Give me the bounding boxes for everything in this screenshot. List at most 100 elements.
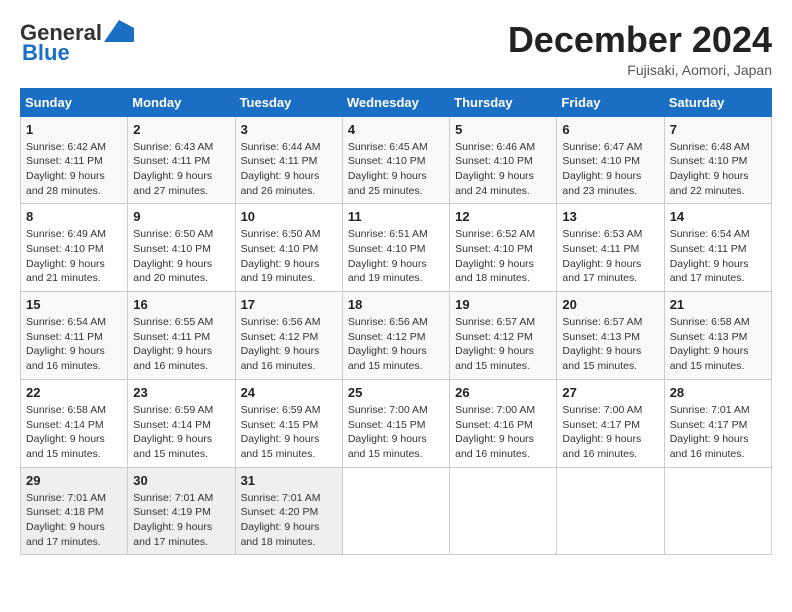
calendar-week-row: 1 Sunrise: 6:42 AMSunset: 4:11 PMDaylight… <box>21 116 772 204</box>
day-number: 28 <box>670 385 766 400</box>
calendar-cell: 31 Sunrise: 7:01 AMSunset: 4:20 PMDayligh… <box>235 467 342 555</box>
day-number: 30 <box>133 473 229 488</box>
day-number: 21 <box>670 297 766 312</box>
day-info: Sunrise: 6:48 AMSunset: 4:10 PMDaylight:… <box>670 140 766 199</box>
calendar-cell <box>664 467 771 555</box>
day-number: 24 <box>241 385 337 400</box>
calendar-cell: 13 Sunrise: 6:53 AMSunset: 4:11 PMDayligh… <box>557 204 664 292</box>
day-number: 16 <box>133 297 229 312</box>
day-number: 27 <box>562 385 658 400</box>
day-number: 22 <box>26 385 122 400</box>
day-info: Sunrise: 6:55 AMSunset: 4:11 PMDaylight:… <box>133 315 229 374</box>
calendar-cell: 29 Sunrise: 7:01 AMSunset: 4:18 PMDayligh… <box>21 467 128 555</box>
day-info: Sunrise: 6:50 AMSunset: 4:10 PMDaylight:… <box>133 227 229 286</box>
day-number: 17 <box>241 297 337 312</box>
day-number: 20 <box>562 297 658 312</box>
day-header-monday: Monday <box>128 88 235 116</box>
day-info: Sunrise: 6:53 AMSunset: 4:11 PMDaylight:… <box>562 227 658 286</box>
day-number: 29 <box>26 473 122 488</box>
day-number: 10 <box>241 209 337 224</box>
day-info: Sunrise: 6:49 AMSunset: 4:10 PMDaylight:… <box>26 227 122 286</box>
day-info: Sunrise: 6:44 AMSunset: 4:11 PMDaylight:… <box>241 140 337 199</box>
calendar-week-row: 22 Sunrise: 6:58 AMSunset: 4:14 PMDayligh… <box>21 379 772 467</box>
day-info: Sunrise: 6:42 AMSunset: 4:11 PMDaylight:… <box>26 140 122 199</box>
day-info: Sunrise: 6:56 AMSunset: 4:12 PMDaylight:… <box>241 315 337 374</box>
day-header-saturday: Saturday <box>664 88 771 116</box>
calendar-cell: 15Sunrise: 6:54 AMSunset: 4:11 PMDayligh… <box>21 292 128 380</box>
day-number: 19 <box>455 297 551 312</box>
calendar-cell: 30 Sunrise: 7:01 AMSunset: 4:19 PMDayligh… <box>128 467 235 555</box>
calendar-cell: 20 Sunrise: 6:57 AMSunset: 4:13 PMDayligh… <box>557 292 664 380</box>
page-header: General Blue December 2024 Fujisaki, Aom… <box>20 20 772 78</box>
day-number: 11 <box>348 209 444 224</box>
day-number: 14 <box>670 209 766 224</box>
calendar-cell: 7Sunrise: 6:48 AMSunset: 4:10 PMDaylight… <box>664 116 771 204</box>
calendar-cell: 10 Sunrise: 6:50 AMSunset: 4:10 PMDayligh… <box>235 204 342 292</box>
day-info: Sunrise: 7:01 AMSunset: 4:20 PMDaylight:… <box>241 491 337 550</box>
logo-icon <box>104 20 134 42</box>
day-header-tuesday: Tuesday <box>235 88 342 116</box>
logo-blue: Blue <box>22 40 70 66</box>
calendar-cell: 6 Sunrise: 6:47 AMSunset: 4:10 PMDaylight… <box>557 116 664 204</box>
day-info: Sunrise: 7:00 AMSunset: 4:17 PMDaylight:… <box>562 403 658 462</box>
location-subtitle: Fujisaki, Aomori, Japan <box>508 62 772 78</box>
day-info: Sunrise: 7:01 AMSunset: 4:17 PMDaylight:… <box>670 403 766 462</box>
calendar-cell: 8 Sunrise: 6:49 AMSunset: 4:10 PMDaylight… <box>21 204 128 292</box>
day-number: 23 <box>133 385 229 400</box>
day-number: 2 <box>133 122 229 137</box>
day-header-sunday: Sunday <box>21 88 128 116</box>
calendar-cell: 19 Sunrise: 6:57 AMSunset: 4:12 PMDayligh… <box>450 292 557 380</box>
calendar-cell: 11Sunrise: 6:51 AMSunset: 4:10 PMDayligh… <box>342 204 449 292</box>
calendar-cell: 14 Sunrise: 6:54 AMSunset: 4:11 PMDayligh… <box>664 204 771 292</box>
calendar-cell: 12 Sunrise: 6:52 AMSunset: 4:10 PMDayligh… <box>450 204 557 292</box>
calendar-week-row: 15Sunrise: 6:54 AMSunset: 4:11 PMDayligh… <box>21 292 772 380</box>
calendar-cell: 28 Sunrise: 7:01 AMSunset: 4:17 PMDayligh… <box>664 379 771 467</box>
day-info: Sunrise: 6:46 AMSunset: 4:10 PMDaylight:… <box>455 140 551 199</box>
calendar-cell: 27 Sunrise: 7:00 AMSunset: 4:17 PMDayligh… <box>557 379 664 467</box>
calendar-cell: 17 Sunrise: 6:56 AMSunset: 4:12 PMDayligh… <box>235 292 342 380</box>
day-number: 3 <box>241 122 337 137</box>
day-number: 1 <box>26 122 122 137</box>
day-info: Sunrise: 6:54 AMSunset: 4:11 PMDaylight:… <box>670 227 766 286</box>
day-number: 18 <box>348 297 444 312</box>
day-number: 12 <box>455 209 551 224</box>
month-title: December 2024 <box>508 20 772 60</box>
calendar-cell: 22 Sunrise: 6:58 AMSunset: 4:14 PMDayligh… <box>21 379 128 467</box>
calendar-table: SundayMondayTuesdayWednesdayThursdayFrid… <box>20 88 772 556</box>
day-info: Sunrise: 6:52 AMSunset: 4:10 PMDaylight:… <box>455 227 551 286</box>
day-header-wednesday: Wednesday <box>342 88 449 116</box>
calendar-cell: 26 Sunrise: 7:00 AMSunset: 4:16 PMDayligh… <box>450 379 557 467</box>
day-number: 8 <box>26 209 122 224</box>
day-info: Sunrise: 6:56 AMSunset: 4:12 PMDaylight:… <box>348 315 444 374</box>
day-info: Sunrise: 6:59 AMSunset: 4:15 PMDaylight:… <box>241 403 337 462</box>
day-info: Sunrise: 6:58 AMSunset: 4:13 PMDaylight:… <box>670 315 766 374</box>
calendar-cell: 9 Sunrise: 6:50 AMSunset: 4:10 PMDaylight… <box>128 204 235 292</box>
day-number: 26 <box>455 385 551 400</box>
day-number: 31 <box>241 473 337 488</box>
calendar-cell: 18 Sunrise: 6:56 AMSunset: 4:12 PMDayligh… <box>342 292 449 380</box>
day-info: Sunrise: 6:57 AMSunset: 4:12 PMDaylight:… <box>455 315 551 374</box>
day-info: Sunrise: 6:47 AMSunset: 4:10 PMDaylight:… <box>562 140 658 199</box>
calendar-week-row: 29 Sunrise: 7:01 AMSunset: 4:18 PMDayligh… <box>21 467 772 555</box>
day-info: Sunrise: 7:01 AMSunset: 4:18 PMDaylight:… <box>26 491 122 550</box>
day-info: Sunrise: 7:01 AMSunset: 4:19 PMDaylight:… <box>133 491 229 550</box>
day-number: 9 <box>133 209 229 224</box>
day-number: 4 <box>348 122 444 137</box>
calendar-cell: 5 Sunrise: 6:46 AMSunset: 4:10 PMDaylight… <box>450 116 557 204</box>
calendar-header-row: SundayMondayTuesdayWednesdayThursdayFrid… <box>21 88 772 116</box>
day-number: 25 <box>348 385 444 400</box>
calendar-cell: 2Sunrise: 6:43 AMSunset: 4:11 PMDaylight… <box>128 116 235 204</box>
day-number: 6 <box>562 122 658 137</box>
day-info: Sunrise: 6:58 AMSunset: 4:14 PMDaylight:… <box>26 403 122 462</box>
calendar-cell <box>342 467 449 555</box>
day-number: 13 <box>562 209 658 224</box>
title-block: December 2024 Fujisaki, Aomori, Japan <box>508 20 772 78</box>
day-info: Sunrise: 6:57 AMSunset: 4:13 PMDaylight:… <box>562 315 658 374</box>
calendar-cell: 16 Sunrise: 6:55 AMSunset: 4:11 PMDayligh… <box>128 292 235 380</box>
day-number: 5 <box>455 122 551 137</box>
calendar-cell <box>557 467 664 555</box>
day-header-friday: Friday <box>557 88 664 116</box>
day-info: Sunrise: 7:00 AMSunset: 4:16 PMDaylight:… <box>455 403 551 462</box>
day-info: Sunrise: 6:45 AMSunset: 4:10 PMDaylight:… <box>348 140 444 199</box>
day-info: Sunrise: 6:50 AMSunset: 4:10 PMDaylight:… <box>241 227 337 286</box>
